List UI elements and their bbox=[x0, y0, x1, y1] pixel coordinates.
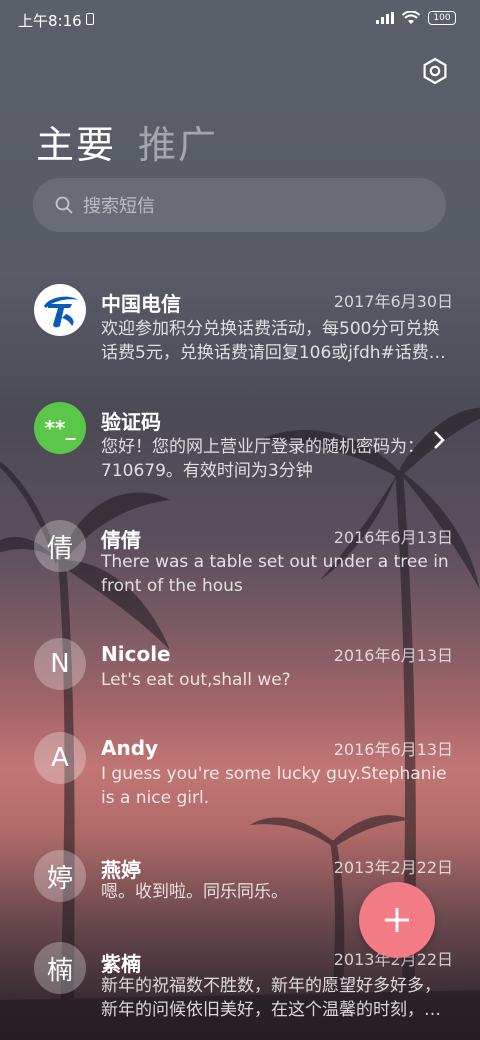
conversation-date: 2017年6月30日 bbox=[333, 292, 453, 311]
status-time: 上午8:16 bbox=[18, 12, 82, 30]
avatar-initial: 婷 bbox=[46, 863, 73, 894]
status-bar: 上午8:16 100 bbox=[0, 0, 480, 40]
verification-code-icon: **_ bbox=[44, 416, 76, 440]
avatar-initial: A bbox=[51, 743, 69, 773]
new-message-button[interactable] bbox=[359, 882, 435, 958]
conversation-name: 燕婷 bbox=[101, 858, 141, 882]
vibrate-icon bbox=[86, 13, 94, 25]
conversation-name: 中国电信 bbox=[101, 292, 181, 316]
conversation-name: Nicole bbox=[101, 642, 171, 666]
china-telecom-logo-icon bbox=[37, 287, 83, 333]
conversation-row[interactable]: 中国电信 2017年6月30日 欢迎参加积分兑换话费活动，每500分可兑换话费5… bbox=[0, 284, 480, 384]
avatar-initial: 倩 bbox=[46, 533, 73, 564]
settings-button[interactable] bbox=[420, 56, 450, 86]
settings-hexagon-icon bbox=[423, 57, 447, 85]
tab-promotions[interactable]: 推广 bbox=[138, 114, 218, 169]
conversation-date: 2016年6月13日 bbox=[333, 528, 453, 547]
conversation-preview: 您好！您的网上营业厅登录的随机密码为：710679。有效时间为3分钟 bbox=[101, 437, 424, 481]
conversation-date: 2016年6月13日 bbox=[333, 740, 453, 759]
avatar-initial: N bbox=[50, 649, 70, 679]
conversation-date: 2013年2月22日 bbox=[333, 858, 453, 877]
search-icon bbox=[55, 196, 73, 214]
conversation-name: 验证码 bbox=[101, 410, 161, 434]
conversation-preview: 新年的祝福数不胜数，新年的愿望好多好多，新年的问候依旧美好，在这个温馨的时刻，… bbox=[101, 976, 441, 1020]
conversation-preview: Let's eat out,shall we? bbox=[101, 670, 291, 690]
conversation-preview: There was a table set out under a tree i… bbox=[101, 552, 449, 596]
avatar bbox=[34, 284, 86, 336]
conversation-preview: I guess you're some lucky guy.Stephanie … bbox=[101, 764, 447, 808]
battery-icon: 100 bbox=[428, 11, 456, 25]
battery-level: 100 bbox=[433, 13, 451, 23]
avatar: N bbox=[34, 638, 86, 690]
tab-main[interactable]: 主要 bbox=[36, 114, 116, 169]
conversation-row[interactable]: 倩 倩倩 2016年6月13日 There was a table set ou… bbox=[0, 520, 480, 610]
search-placeholder: 搜索短信 bbox=[83, 196, 155, 217]
plus-icon bbox=[385, 908, 409, 932]
conversation-date: 2016年6月13日 bbox=[333, 646, 453, 665]
avatar: 婷 bbox=[34, 850, 86, 902]
message-tabs: 主要 推广 bbox=[36, 114, 218, 169]
conversation-row[interactable]: A Andy 2016年6月13日 I guess you're some lu… bbox=[0, 732, 480, 812]
conversation-name: 紫楠 bbox=[101, 952, 141, 976]
conversation-name: Andy bbox=[101, 736, 159, 760]
avatar: 倩 bbox=[34, 520, 86, 572]
verification-code-avatar: **_ bbox=[34, 402, 86, 454]
status-icons: 100 bbox=[376, 11, 456, 25]
avatar: 楠 bbox=[34, 942, 86, 994]
avatar-initial: 楠 bbox=[46, 955, 73, 986]
conversation-row[interactable]: **_ 验证码 您好！您的网上营业厅登录的随机密码为：710679。有效时间为3… bbox=[0, 402, 480, 492]
avatar: A bbox=[34, 732, 86, 784]
search-bar[interactable]: 搜索短信 bbox=[33, 178, 446, 232]
conversation-preview: 欢迎参加积分兑换话费活动，每500分可兑换话费5元，兑换话费请回复106或jfd… bbox=[101, 319, 446, 363]
conversation-name: 倩倩 bbox=[101, 528, 141, 552]
conversation-row[interactable]: N Nicole 2016年6月13日 Let's eat out,shall … bbox=[0, 638, 480, 698]
chevron-right-icon[interactable] bbox=[432, 430, 446, 450]
signal-icon bbox=[376, 12, 394, 24]
wifi-icon bbox=[402, 11, 420, 24]
